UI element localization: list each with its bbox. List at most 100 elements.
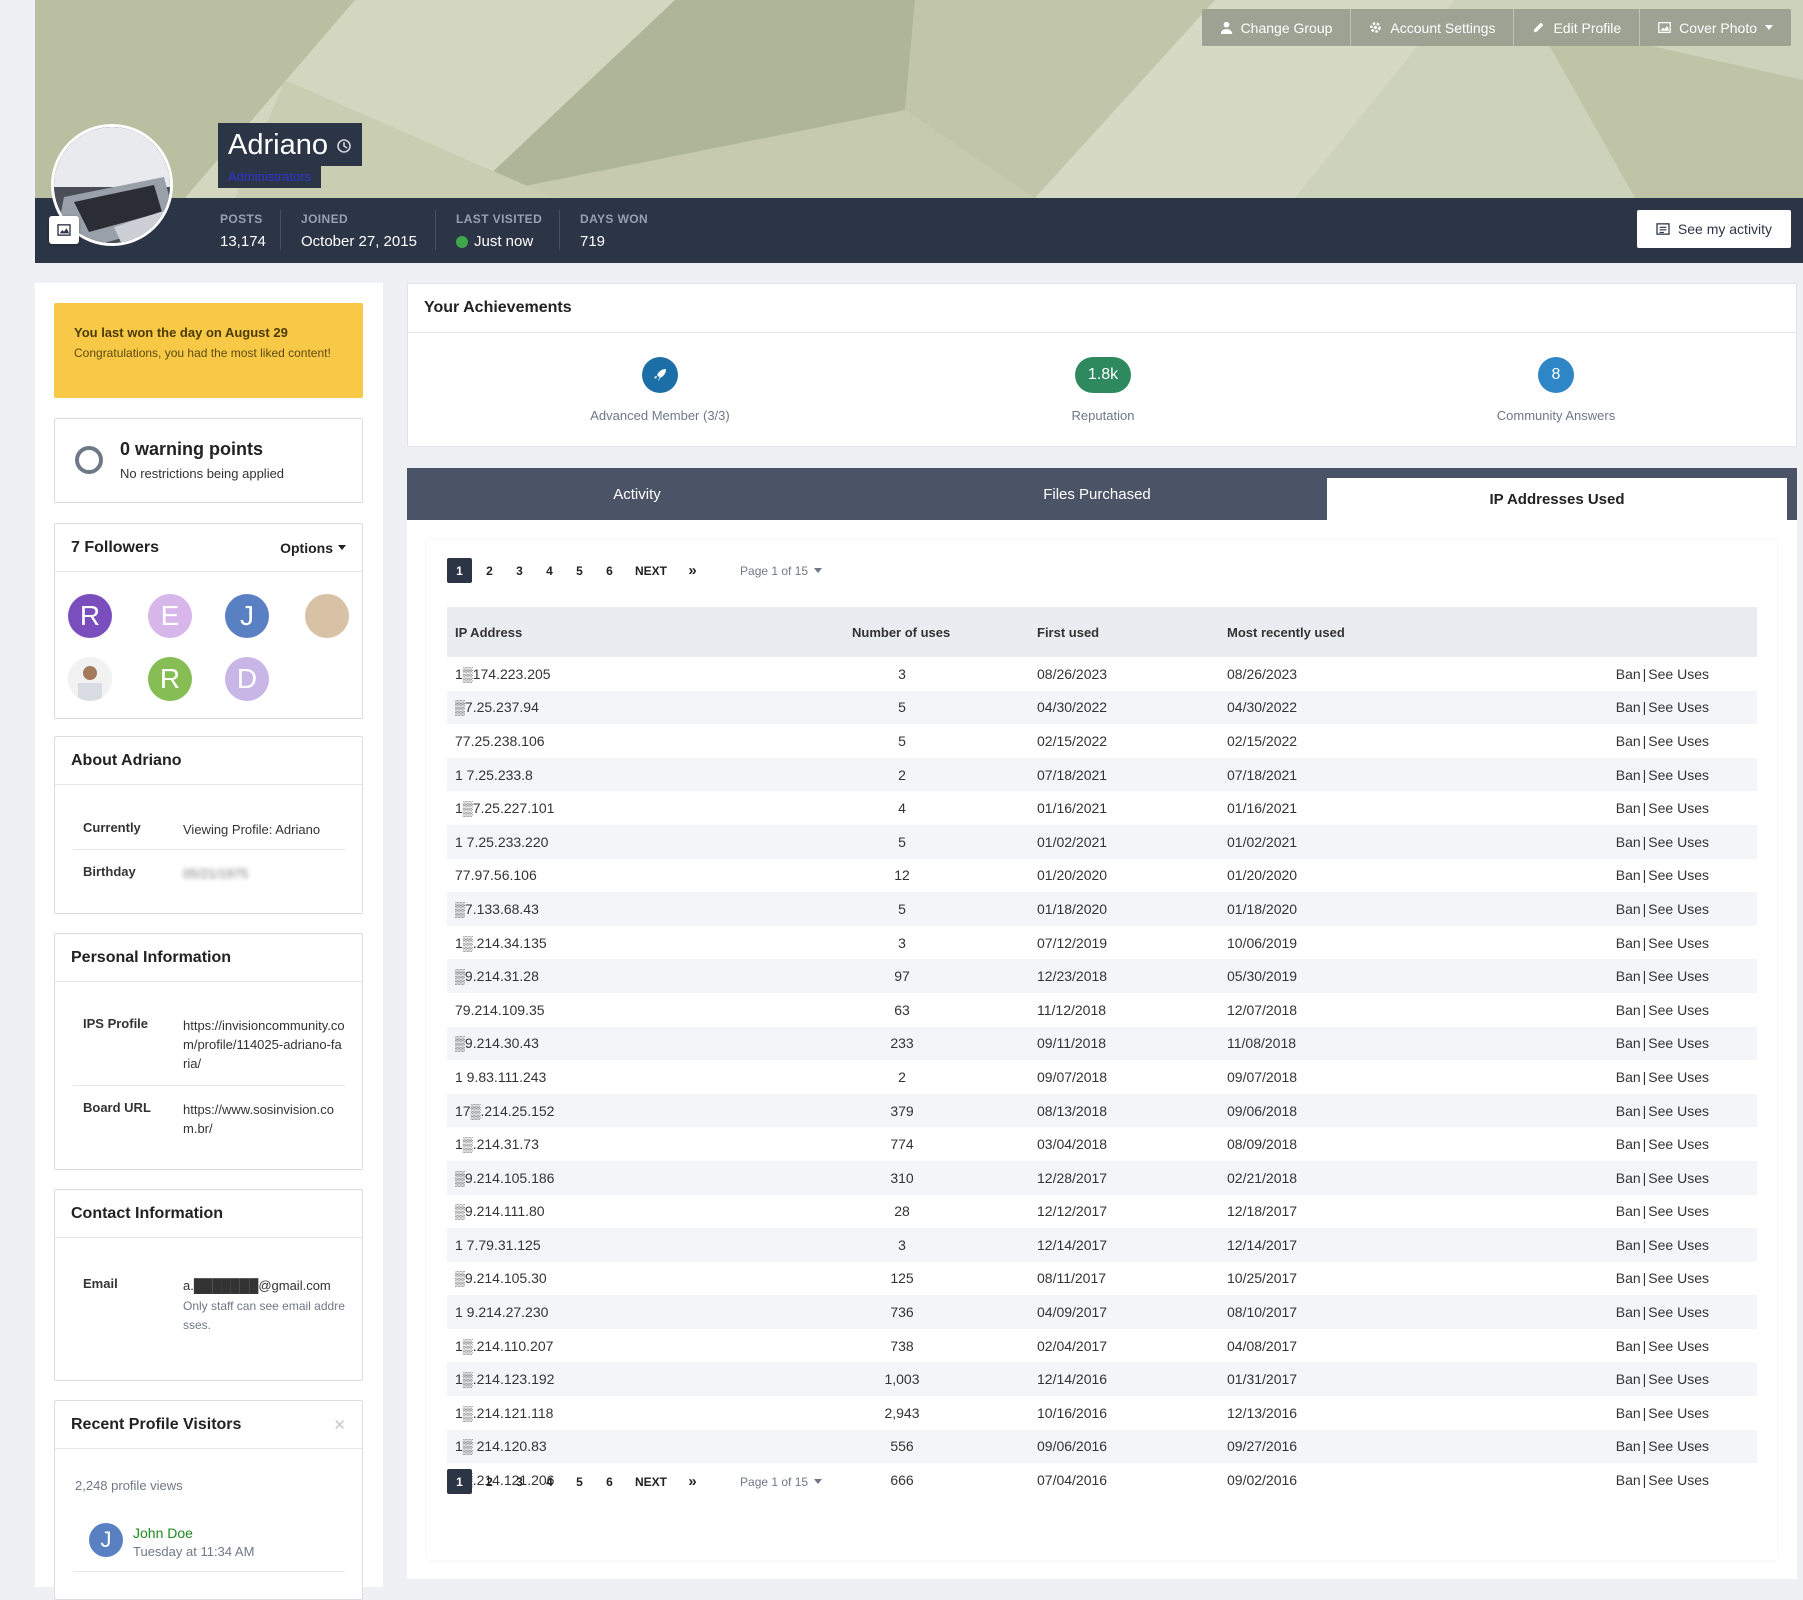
account-settings-button[interactable]: Account Settings [1350, 9, 1513, 46]
stat-days-won: DAYS WON 719 [580, 212, 649, 250]
page-link-5[interactable]: 5 [567, 1469, 592, 1494]
see-uses-link[interactable]: See Uses [1648, 1069, 1709, 1085]
page-link-1[interactable]: 1 [447, 558, 472, 583]
see-uses-link[interactable]: See Uses [1648, 1136, 1709, 1152]
follower-avatar[interactable] [305, 594, 349, 638]
ban-link[interactable]: Ban [1616, 800, 1641, 816]
tab-files-purchased[interactable]: Files Purchased [867, 468, 1327, 520]
ban-link[interactable]: Ban [1616, 1237, 1641, 1253]
see-uses-link[interactable]: See Uses [1648, 1270, 1709, 1286]
follower-avatar[interactable]: R [68, 594, 112, 638]
see-uses-link[interactable]: See Uses [1648, 767, 1709, 783]
ban-link[interactable]: Ban [1616, 1103, 1641, 1119]
visitor-avatar[interactable]: J [89, 1523, 123, 1557]
see-uses-link[interactable]: See Uses [1648, 1338, 1709, 1354]
page-link-5[interactable]: 5 [567, 558, 592, 583]
see-uses-link[interactable]: See Uses [1648, 1304, 1709, 1320]
see-uses-link[interactable]: See Uses [1648, 1103, 1709, 1119]
ban-link[interactable]: Ban [1616, 767, 1641, 783]
ban-link[interactable]: Ban [1616, 1136, 1641, 1152]
see-uses-link[interactable]: See Uses [1648, 800, 1709, 816]
followers-options-button[interactable]: Options [280, 540, 346, 556]
change-photo-button[interactable] [49, 216, 79, 244]
next-page-button[interactable]: NEXT [627, 1469, 675, 1494]
last-used-cell: 01/20/2020 [1227, 867, 1298, 884]
follower-avatar[interactable]: J [225, 594, 269, 638]
user-icon [1220, 21, 1232, 34]
see-uses-link[interactable]: See Uses [1648, 1035, 1709, 1051]
ban-link[interactable]: Ban [1616, 1438, 1641, 1454]
see-uses-link[interactable]: See Uses [1648, 867, 1709, 883]
last-page-button[interactable]: » [680, 1469, 705, 1494]
cover-photo-button[interactable]: Cover Photo [1639, 9, 1791, 46]
ban-link[interactable]: Ban [1616, 1371, 1641, 1387]
see-uses-link[interactable]: See Uses [1648, 1170, 1709, 1186]
page-link-2[interactable]: 2 [477, 1469, 502, 1494]
ban-link[interactable]: Ban [1616, 1472, 1641, 1488]
ban-link[interactable]: Ban [1616, 1069, 1641, 1085]
page-jump-dropdown[interactable]: Page 1 of 15 [740, 1475, 823, 1489]
see-uses-link[interactable]: See Uses [1648, 935, 1709, 951]
ip-address-cell: 77.97.56.106 [455, 867, 537, 884]
ban-link[interactable]: Ban [1616, 867, 1641, 883]
see-uses-link[interactable]: See Uses [1648, 1472, 1709, 1488]
next-page-button[interactable]: NEXT [627, 558, 675, 583]
ban-link[interactable]: Ban [1616, 1203, 1641, 1219]
change-group-button[interactable]: Change Group [1202, 9, 1351, 46]
see-uses-link[interactable]: See Uses [1648, 901, 1709, 917]
last-used-cell: 09/07/2018 [1227, 1068, 1298, 1085]
see-uses-link[interactable]: See Uses [1648, 834, 1709, 850]
ban-link[interactable]: Ban [1616, 1002, 1641, 1018]
see-uses-link[interactable]: See Uses [1648, 1002, 1709, 1018]
see-uses-link[interactable]: See Uses [1648, 1237, 1709, 1253]
page-jump-dropdown[interactable]: Page 1 of 15 [740, 564, 823, 578]
page-link-4[interactable]: 4 [537, 1469, 562, 1494]
tab-ip-addresses[interactable]: IP Addresses Used [1327, 478, 1787, 520]
divider [73, 1085, 345, 1086]
page-link-6[interactable]: 6 [597, 1469, 622, 1494]
follower-avatar[interactable]: E [148, 594, 192, 638]
history-icon[interactable] [336, 138, 352, 154]
page-link-6[interactable]: 6 [597, 558, 622, 583]
see-uses-link[interactable]: See Uses [1648, 1438, 1709, 1454]
ban-link[interactable]: Ban [1616, 1304, 1641, 1320]
ban-link[interactable]: Ban [1616, 1338, 1641, 1354]
achievement-reputation[interactable]: 1.8k Reputation [973, 357, 1233, 423]
visitor-name[interactable]: John Doe [133, 1525, 193, 1541]
see-uses-link[interactable]: See Uses [1648, 1405, 1709, 1421]
see-uses-link[interactable]: See Uses [1648, 1371, 1709, 1387]
actions-cell: Ban | See Uses [1497, 1362, 1757, 1397]
ban-link[interactable]: Ban [1616, 1405, 1641, 1421]
see-uses-link[interactable]: See Uses [1648, 666, 1709, 682]
edit-profile-button[interactable]: Edit Profile [1513, 9, 1639, 46]
last-page-button[interactable]: » [680, 558, 705, 583]
ban-link[interactable]: Ban [1616, 733, 1641, 749]
see-uses-link[interactable]: See Uses [1648, 733, 1709, 749]
ban-link[interactable]: Ban [1616, 1270, 1641, 1286]
ban-link[interactable]: Ban [1616, 834, 1641, 850]
ban-link[interactable]: Ban [1616, 1035, 1641, 1051]
follower-avatar[interactable] [68, 657, 112, 701]
ban-link[interactable]: Ban [1616, 968, 1641, 984]
ban-link[interactable]: Ban [1616, 666, 1641, 682]
achievement-answers[interactable]: 8 Community Answers [1426, 357, 1686, 423]
see-uses-link[interactable]: See Uses [1648, 968, 1709, 984]
page-link-3[interactable]: 3 [507, 558, 532, 583]
ban-link[interactable]: Ban [1616, 935, 1641, 951]
achievement-rank[interactable]: Advanced Member (3/3) [530, 357, 790, 423]
close-icon[interactable]: ✕ [333, 1416, 346, 1434]
see-uses-link[interactable]: See Uses [1648, 699, 1709, 715]
actions-cell: Ban | See Uses [1497, 1396, 1757, 1430]
page-link-3[interactable]: 3 [507, 1469, 532, 1494]
ban-link[interactable]: Ban [1616, 699, 1641, 715]
page-link-2[interactable]: 2 [477, 558, 502, 583]
follower-avatar[interactable]: D [225, 657, 269, 701]
ban-link[interactable]: Ban [1616, 1170, 1641, 1186]
see-activity-button[interactable]: See my activity [1637, 210, 1791, 248]
tab-activity[interactable]: Activity [407, 468, 867, 520]
follower-avatar[interactable]: R [148, 657, 192, 701]
page-link-4[interactable]: 4 [537, 558, 562, 583]
page-link-1[interactable]: 1 [447, 1469, 472, 1494]
ban-link[interactable]: Ban [1616, 901, 1641, 917]
see-uses-link[interactable]: See Uses [1648, 1203, 1709, 1219]
